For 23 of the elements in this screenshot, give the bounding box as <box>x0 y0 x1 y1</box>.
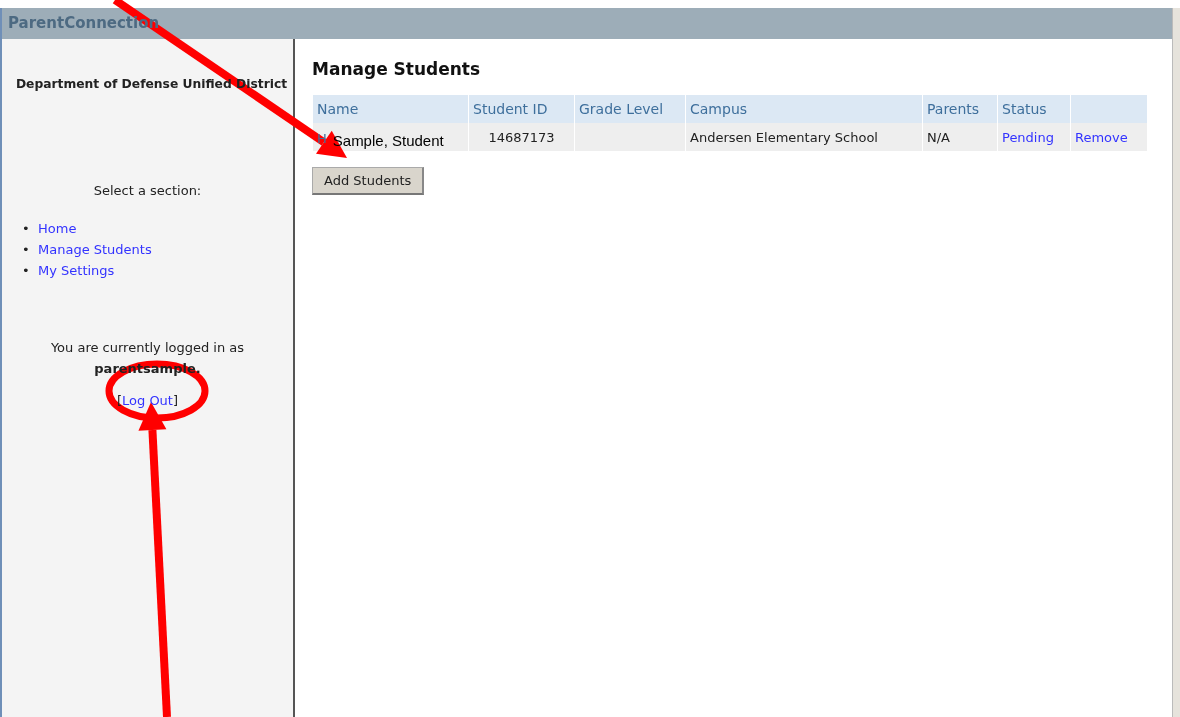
bullet: • <box>22 262 31 280</box>
scrollbar[interactable] <box>1172 8 1180 717</box>
bracket: [ <box>116 393 123 408</box>
bracket: ] <box>172 393 179 408</box>
page-heading: Manage Students <box>312 59 482 79</box>
table-cell: N/A <box>922 123 998 151</box>
column-header: Grade Level <box>574 95 686 123</box>
nav-link[interactable]: My Settings <box>38 263 115 278</box>
nav-link[interactable]: Manage Students <box>38 242 152 257</box>
column-header: Name <box>312 95 469 123</box>
login-status: You are currently logged in as <box>49 339 246 357</box>
column-header: Status <box>997 95 1071 123</box>
nav-link[interactable]: Home <box>38 221 77 236</box>
add-students-button[interactable]: Add Students <box>312 167 425 195</box>
table-cell: Andersen Elementary School <box>685 123 923 151</box>
column-header: Parents <box>922 95 998 123</box>
logout-link[interactable]: Log Out <box>122 393 173 408</box>
table-cell: 14687173 <box>468 123 575 151</box>
column-header: Student ID <box>468 95 575 123</box>
column-header: Campus <box>685 95 923 123</box>
bullet: • <box>22 241 31 259</box>
bullet: • <box>22 220 31 238</box>
section-prompt: Select a section: <box>92 183 203 198</box>
